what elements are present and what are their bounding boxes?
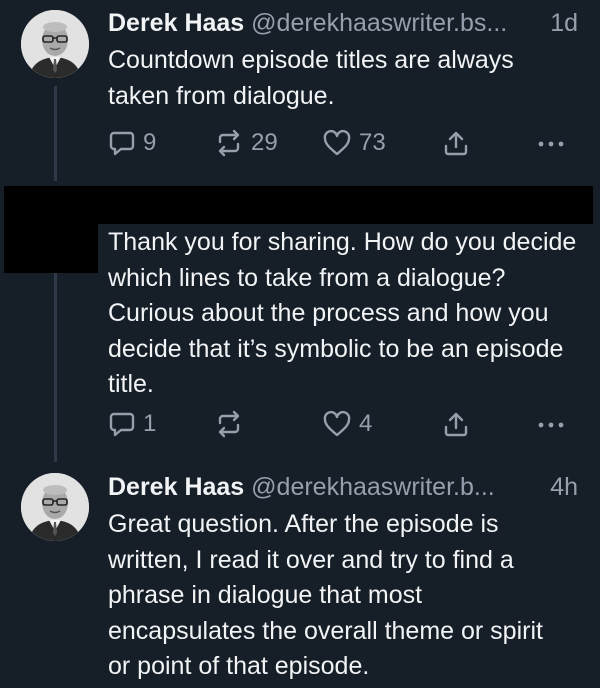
reply-count: 1 xyxy=(143,410,157,437)
post-header: Derek Haas @derekhaaswriter.bs... 1d xyxy=(108,8,578,38)
redacted-header xyxy=(96,186,593,224)
reply-button[interactable]: 9 xyxy=(108,127,156,159)
post-text: Countdown episode titles are always take… xyxy=(108,46,514,110)
like-button[interactable]: 73 xyxy=(322,127,386,159)
thread-line-2 xyxy=(54,272,57,462)
author-handle[interactable]: @derekhaaswriter.bs... xyxy=(251,9,507,37)
reply-button[interactable]: 1 xyxy=(108,408,156,440)
share-upload-icon xyxy=(444,131,468,156)
like-button[interactable]: 4 xyxy=(322,408,372,440)
repost-arrows-icon xyxy=(218,129,240,157)
more-dots-icon xyxy=(538,141,564,147)
author-name[interactable]: Derek Haas xyxy=(108,473,244,501)
speech-bubble-icon xyxy=(109,412,135,437)
avatar[interactable] xyxy=(21,473,89,541)
repost-arrows-icon xyxy=(218,410,240,438)
avatar[interactable] xyxy=(21,10,89,78)
share-upload-icon xyxy=(444,412,468,437)
like-count: 73 xyxy=(359,129,386,156)
reply-count: 9 xyxy=(143,129,157,156)
post-text: Thank you for sharing. How do you decide… xyxy=(108,228,577,398)
redacted-avatar xyxy=(4,186,98,273)
post-actions: 9 29 73 xyxy=(108,127,578,159)
share-button[interactable] xyxy=(442,408,470,440)
post-header: Derek Haas @derekhaaswriter.b... 4h xyxy=(108,472,578,502)
thread-line-1 xyxy=(54,86,57,181)
repost-button[interactable] xyxy=(214,408,251,440)
share-button[interactable] xyxy=(442,127,470,159)
author-handle[interactable]: @derekhaaswriter.b... xyxy=(251,473,495,501)
more-dots-icon xyxy=(538,422,564,428)
post-time[interactable]: 4h xyxy=(550,472,578,502)
repost-button[interactable]: 29 xyxy=(214,127,278,159)
post-time[interactable]: 1d xyxy=(550,8,578,38)
more-button[interactable] xyxy=(536,127,566,159)
repost-count: 29 xyxy=(251,129,278,156)
avatar-photo-icon xyxy=(21,473,89,541)
speech-bubble-icon xyxy=(109,131,135,156)
avatar-photo-icon xyxy=(21,10,89,78)
author-name[interactable]: Derek Haas xyxy=(108,9,244,37)
heart-outline-icon xyxy=(323,129,351,156)
post-text: Great question. After the episode is wri… xyxy=(108,510,543,680)
more-button[interactable] xyxy=(536,408,566,440)
like-count: 4 xyxy=(359,410,373,437)
heart-outline-icon xyxy=(323,410,351,437)
post-actions: 1 4 xyxy=(108,408,578,440)
